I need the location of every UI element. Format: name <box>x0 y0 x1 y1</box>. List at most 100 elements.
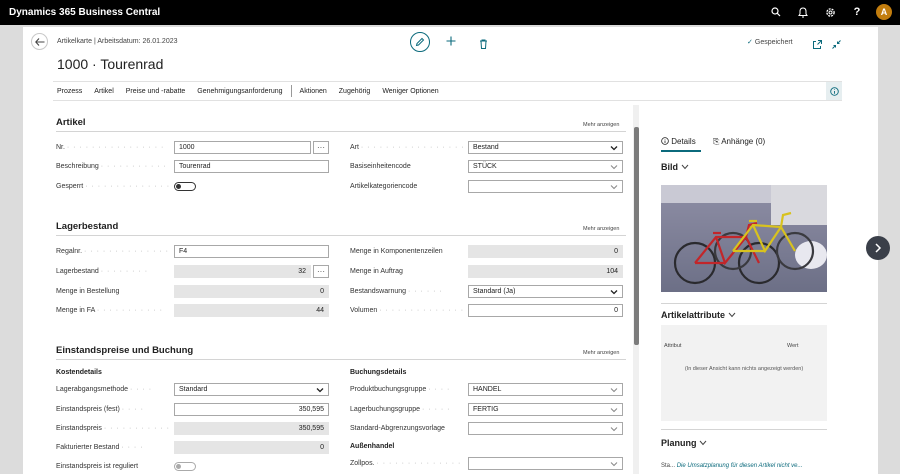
attribute-title-label: Artikelattribute <box>661 310 726 320</box>
more-link-preise[interactable]: Mehr anzeigen <box>583 350 619 356</box>
gesperrt-label: Gesperrt · · · · · · · · · · · · · · <box>56 183 171 190</box>
trash-icon <box>480 39 487 49</box>
chevron-down-icon <box>728 312 735 318</box>
tab-details[interactable]: Details <box>661 137 696 146</box>
attribute-title[interactable]: Artikelattribute <box>661 310 736 320</box>
fest-label: Einstandspreis (fest) · · · · <box>56 406 144 413</box>
planung-link[interactable]: Die Umsatzplanung für diesen Artikel nic… <box>677 463 803 469</box>
more-link-artikel[interactable]: Mehr anzeigen <box>583 122 619 128</box>
scrollbar-thumb[interactable] <box>634 127 639 345</box>
app-title[interactable]: Dynamics 365 Business Central <box>9 7 160 18</box>
factbox-divider <box>661 303 827 304</box>
chevron-down-icon <box>610 408 618 413</box>
action-prozess[interactable]: Prozess <box>57 88 82 95</box>
gear-icon[interactable] <box>822 3 838 21</box>
lagerbestand-field[interactable]: 32 <box>174 265 311 278</box>
action-artikel[interactable]: Artikel <box>94 88 113 95</box>
zollpos-field[interactable] <box>468 457 623 470</box>
tab-anhaenge[interactable]: ⎘ Anhänge (0) <box>713 137 765 147</box>
art-value: Bestand <box>473 144 499 151</box>
beschreibung-field[interactable]: Tourenrad <box>174 160 329 173</box>
volumen-field[interactable]: 0 <box>468 304 623 317</box>
bestellung-label: Menge in Bestellung <box>56 288 120 295</box>
delete-button[interactable] <box>479 36 488 54</box>
reguliert-toggle[interactable] <box>174 462 196 471</box>
open-new-window-icon[interactable] <box>813 36 822 54</box>
action-genehmigung[interactable]: Genehmigungsanforderung <box>197 88 282 95</box>
bell-icon[interactable] <box>795 3 811 21</box>
kategorie-label: Artikelkategoriencode <box>350 183 418 190</box>
action-aktionen[interactable]: Aktionen <box>300 88 327 95</box>
top-bar: Dynamics 365 Business Central ? A <box>0 0 900 25</box>
methode-value: Standard <box>179 386 208 393</box>
section-title-artikel[interactable]: Artikel <box>56 117 86 128</box>
kostendetails-header: Kostendetails <box>56 369 102 376</box>
page-title: 1000 · Tourenrad <box>57 56 164 72</box>
section-title-einstandspreise[interactable]: Einstandspreise und Buchung <box>56 345 193 356</box>
attribute-list: Attribut Wert (In dieser Ansicht kann ni… <box>661 325 827 421</box>
info-icon <box>661 137 669 145</box>
warnung-label: Bestandswarnung · · · · · · <box>350 288 443 295</box>
bicycle-image <box>661 185 827 292</box>
art-select[interactable]: Bestand <box>468 141 623 154</box>
chevron-down-icon <box>610 462 618 467</box>
basiseinheit-value: STÜCK <box>473 163 497 170</box>
fakturiert-field: 0 <box>174 441 329 454</box>
volumen-label: Volumen · · · · · · · · · · · · · · <box>350 307 465 314</box>
gesperrt-toggle[interactable] <box>174 182 196 191</box>
warnung-value: Standard (Ja) <box>473 288 516 295</box>
regalnr-field[interactable]: F4 <box>174 245 329 258</box>
help-icon[interactable]: ? <box>849 3 865 21</box>
nr-label: Nr. · · · · · · · · · · · · · · · · <box>56 144 165 151</box>
new-button[interactable] <box>446 33 456 49</box>
komponenten-label: Menge in Komponentenzeilen <box>350 248 443 255</box>
search-icon[interactable] <box>768 3 784 21</box>
fa-field: 44 <box>174 304 329 317</box>
next-record-button[interactable] <box>866 236 890 260</box>
bild-title[interactable]: Bild <box>661 162 689 172</box>
collapse-icon[interactable] <box>832 36 841 54</box>
nr-assist-button[interactable]: ··· <box>313 141 329 154</box>
chevron-down-icon <box>610 388 618 393</box>
abgrenzung-field[interactable] <box>468 422 623 435</box>
item-card-page: Artikelkarte | Arbeitsdatum: 26.01.2023 … <box>23 27 878 474</box>
chevron-down-icon <box>610 165 618 170</box>
tab-details-label: Details <box>671 137 696 146</box>
fa-label: Menge in FA · · · · · · · · · · · <box>56 307 163 314</box>
lagerbuchung-field[interactable]: FERTIG <box>468 403 623 416</box>
saved-label: Gespeichert <box>754 39 793 46</box>
nr-field[interactable]: 1000 <box>174 141 311 154</box>
beschreibung-label: Beschreibung · · · · · · · · · · · <box>56 163 167 170</box>
attr-col-wert: Wert <box>787 343 799 349</box>
kategorie-field[interactable] <box>468 180 623 193</box>
auftrag-label: Menge in Auftrag <box>350 268 403 275</box>
edit-button[interactable] <box>410 32 430 52</box>
einstand-field: 350,595 <box>174 422 329 435</box>
more-link-lager[interactable]: Mehr anzeigen <box>583 226 619 232</box>
action-weniger-optionen[interactable]: Weniger Optionen <box>382 88 438 95</box>
action-preise[interactable]: Preise und -rabatte <box>126 88 186 95</box>
basiseinheit-field[interactable]: STÜCK <box>468 160 623 173</box>
planung-title-label: Planung <box>661 438 697 448</box>
action-zugehoerig[interactable]: Zugehörig <box>339 88 371 95</box>
factbox-toggle-button[interactable] <box>826 82 842 100</box>
methode-select[interactable]: Standard <box>174 383 329 396</box>
warnung-select[interactable]: Standard (Ja) <box>468 285 623 298</box>
avatar[interactable]: A <box>876 4 892 20</box>
section-title-lagerbestand[interactable]: Lagerbestand <box>56 221 118 232</box>
chevron-down-icon <box>699 440 707 446</box>
methode-label: Lagerabgangsmethode · · · · <box>56 386 153 393</box>
lagerbestand-label: Lagerbestand · · · · · · · · <box>56 268 149 275</box>
action-bar: Prozess Artikel Preise und -rabatte Gene… <box>53 81 842 101</box>
breadcrumb: Artikelkarte | Arbeitsdatum: 26.01.2023 <box>57 38 178 45</box>
fest-field[interactable]: 350,595 <box>174 403 329 416</box>
chevron-down-icon <box>610 427 618 432</box>
section-divider <box>56 359 626 360</box>
produkt-field[interactable]: HANDEL <box>468 383 623 396</box>
attr-empty-message: (In dieser Ansicht kann nichts angezeigt… <box>684 366 804 372</box>
factbox-divider <box>661 429 827 430</box>
back-button[interactable] <box>31 33 48 50</box>
lagerbestand-assist-button[interactable]: ··· <box>313 265 329 278</box>
info-icon <box>829 86 839 96</box>
planung-title[interactable]: Planung <box>661 438 707 448</box>
